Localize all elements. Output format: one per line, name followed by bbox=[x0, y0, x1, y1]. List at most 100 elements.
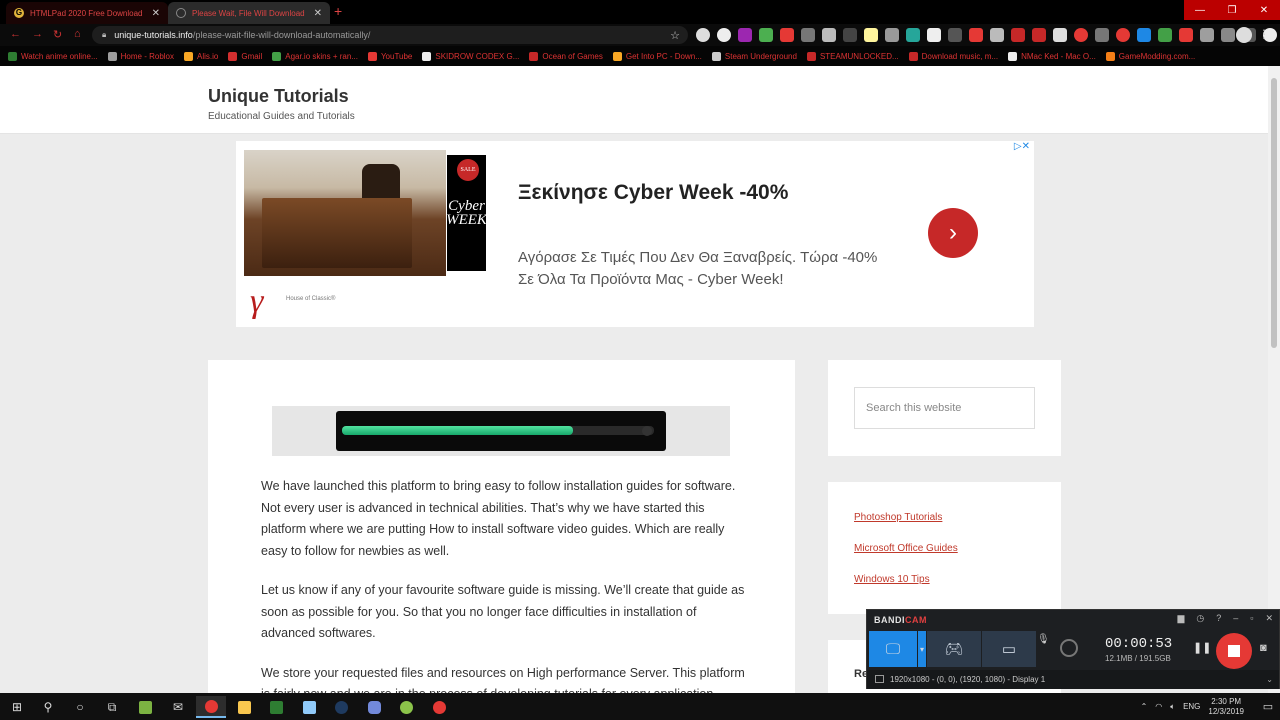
forward-icon[interactable]: → bbox=[32, 28, 43, 40]
stop-record-button[interactable] bbox=[1216, 633, 1252, 669]
search-icon[interactable]: ⚲ bbox=[33, 696, 63, 718]
video-player[interactable] bbox=[272, 406, 730, 456]
extension-icon[interactable] bbox=[1032, 28, 1046, 42]
cortana-icon[interactable]: ○ bbox=[65, 696, 95, 718]
clock[interactable]: 2:30 PM 12/3/2019 bbox=[1208, 697, 1244, 717]
restore-icon[interactable]: ❐ bbox=[1216, 0, 1248, 20]
extension-icon[interactable] bbox=[1074, 28, 1088, 42]
extension-icon[interactable] bbox=[1221, 28, 1235, 42]
clock-icon[interactable]: ◷ bbox=[1196, 613, 1204, 624]
hdmi-mode-icon[interactable]: ▭ bbox=[982, 631, 1036, 667]
bookmark-item[interactable]: Ocean of Games bbox=[529, 51, 603, 61]
tab-htmlpad[interactable]: G HTMLPad 2020 Free Download ✕ bbox=[6, 2, 168, 24]
file-explorer-icon[interactable] bbox=[229, 696, 259, 718]
bookmark-item[interactable]: Gmail bbox=[228, 51, 262, 61]
extension-icon[interactable] bbox=[801, 28, 815, 42]
extension-icon[interactable] bbox=[738, 28, 752, 42]
chevron-down-icon[interactable]: ⌄ bbox=[1266, 675, 1273, 684]
bookmark-item[interactable]: GameModding.com... bbox=[1105, 51, 1195, 61]
bookmark-item[interactable]: Download music, m... bbox=[908, 51, 998, 61]
extension-icon[interactable] bbox=[1011, 28, 1025, 42]
extension-icon[interactable] bbox=[969, 28, 983, 42]
bookmark-item[interactable]: NMac Ked - Mac O... bbox=[1008, 51, 1096, 61]
language-indicator[interactable]: ENG bbox=[1183, 702, 1200, 711]
webcam-icon[interactable] bbox=[1060, 639, 1078, 657]
bookmark-item[interactable]: Watch anime online... bbox=[8, 51, 98, 61]
advertisement-banner[interactable]: SALE Cyber WEEK γ House of Classic® Ξεκί… bbox=[236, 141, 1034, 327]
close-tab-icon[interactable]: ✕ bbox=[314, 8, 322, 19]
extension-icon[interactable] bbox=[843, 28, 857, 42]
steam-icon[interactable] bbox=[326, 696, 356, 718]
address-bar[interactable]: 🔒︎ unique-tutorials.info /please-wait-fi… bbox=[92, 26, 688, 44]
bookmark-item[interactable]: YouTube bbox=[367, 51, 412, 61]
extension-icon[interactable] bbox=[1137, 28, 1151, 42]
extension-icon[interactable] bbox=[1095, 28, 1109, 42]
link-microsoft-office-guides[interactable]: Microsoft Office Guides bbox=[854, 543, 958, 554]
video-progress-bar[interactable] bbox=[336, 411, 666, 451]
ad-choices-icon[interactable]: ▷✕ bbox=[1014, 141, 1030, 152]
collapse-icon[interactable]: ▫ bbox=[1250, 613, 1253, 624]
site-title[interactable]: Unique Tutorials bbox=[208, 86, 349, 107]
pause-icon[interactable]: ❚❚ bbox=[1193, 641, 1211, 654]
screen-mode-icon[interactable]: 🖵︎ bbox=[869, 631, 917, 667]
store-icon[interactable] bbox=[130, 696, 160, 718]
speaker-icon[interactable]: 🔈︎ bbox=[1170, 702, 1175, 712]
ad-product-image[interactable] bbox=[244, 150, 446, 276]
bookmark-item[interactable]: Home - Roblox bbox=[107, 51, 174, 61]
extension-icon[interactable] bbox=[717, 28, 731, 42]
bookmark-item[interactable]: SKIDROW CODEX G... bbox=[422, 51, 519, 61]
back-icon[interactable]: ← bbox=[10, 28, 21, 40]
extension-icon[interactable] bbox=[780, 28, 794, 42]
mail-icon[interactable]: ✉ bbox=[163, 696, 193, 718]
reload-icon[interactable]: ↻ bbox=[53, 28, 62, 41]
chevron-up-icon[interactable]: ⌃ bbox=[1141, 702, 1148, 711]
notification-icon[interactable]: ▭ bbox=[1256, 700, 1280, 713]
home-icon[interactable]: ⌂ bbox=[74, 28, 81, 40]
extension-icon[interactable] bbox=[885, 28, 899, 42]
ad-headline[interactable]: Ξεκίνησε Cyber Week -40% bbox=[518, 181, 788, 205]
ad-chevron-right-icon[interactable]: › bbox=[928, 208, 978, 258]
bookmark-item[interactable]: STEAMUNLOCKED... bbox=[806, 51, 899, 61]
extension-icon[interactable] bbox=[990, 28, 1004, 42]
extension-icon[interactable] bbox=[759, 28, 773, 42]
extension-icon[interactable] bbox=[1200, 28, 1214, 42]
help-icon[interactable]: ? bbox=[1216, 613, 1221, 624]
notepad-icon[interactable] bbox=[294, 696, 324, 718]
scrollbar-thumb[interactable] bbox=[1271, 78, 1277, 348]
extension-icon[interactable] bbox=[1179, 28, 1193, 42]
profile-avatar-icon[interactable] bbox=[1236, 27, 1252, 43]
bookmark-star-icon[interactable]: ☆ bbox=[670, 29, 680, 42]
task-view-icon[interactable]: ⧉ bbox=[97, 696, 127, 718]
link-windows-10-tips[interactable]: Windows 10 Tips bbox=[854, 574, 930, 585]
game-mode-icon[interactable]: 🎮︎ bbox=[927, 631, 981, 667]
search-input[interactable]: Search this website bbox=[854, 387, 1035, 429]
extension-icon[interactable] bbox=[1116, 28, 1130, 42]
chrome-icon[interactable] bbox=[196, 696, 226, 718]
microphone-icon[interactable]: 🎙︎ bbox=[1037, 634, 1050, 645]
bandicam-taskbar-icon[interactable] bbox=[424, 696, 454, 718]
close-window-icon[interactable]: ✕ bbox=[1248, 0, 1280, 20]
link-photoshop-tutorials[interactable]: Photoshop Tutorials bbox=[854, 512, 942, 523]
folder-icon[interactable]: ▆ bbox=[1177, 613, 1184, 624]
discord-icon[interactable] bbox=[359, 696, 389, 718]
extension-icon[interactable] bbox=[696, 28, 710, 42]
bookmark-item[interactable]: Agar.io skins + ran... bbox=[272, 51, 358, 61]
extension-icon[interactable] bbox=[927, 28, 941, 42]
new-tab-icon[interactable]: + bbox=[334, 3, 342, 19]
bookmark-item[interactable]: Get Into PC - Down... bbox=[612, 51, 702, 61]
extension-icon[interactable] bbox=[948, 28, 962, 42]
kebab-menu-icon[interactable]: ⋮ bbox=[1258, 27, 1270, 41]
app-lime-icon[interactable] bbox=[391, 696, 421, 718]
page-scrollbar[interactable] bbox=[1268, 66, 1280, 693]
camera-icon[interactable]: ◙ bbox=[1260, 642, 1267, 654]
video-knob-icon[interactable] bbox=[642, 426, 652, 436]
bookmark-item[interactable]: Steam Underground bbox=[711, 51, 797, 61]
extension-icon[interactable] bbox=[864, 28, 878, 42]
chevron-down-icon[interactable]: ▾ bbox=[918, 631, 926, 667]
tab-please-wait[interactable]: Please Wait, File Will Download ✕ bbox=[168, 2, 330, 24]
close-tab-icon[interactable]: ✕ bbox=[152, 8, 160, 19]
bookmark-item[interactable]: Alis.io bbox=[184, 51, 218, 61]
extension-icon[interactable] bbox=[822, 28, 836, 42]
wifi-icon[interactable]: ◠ bbox=[1155, 702, 1162, 711]
app-green-arrow-icon[interactable] bbox=[261, 696, 291, 718]
